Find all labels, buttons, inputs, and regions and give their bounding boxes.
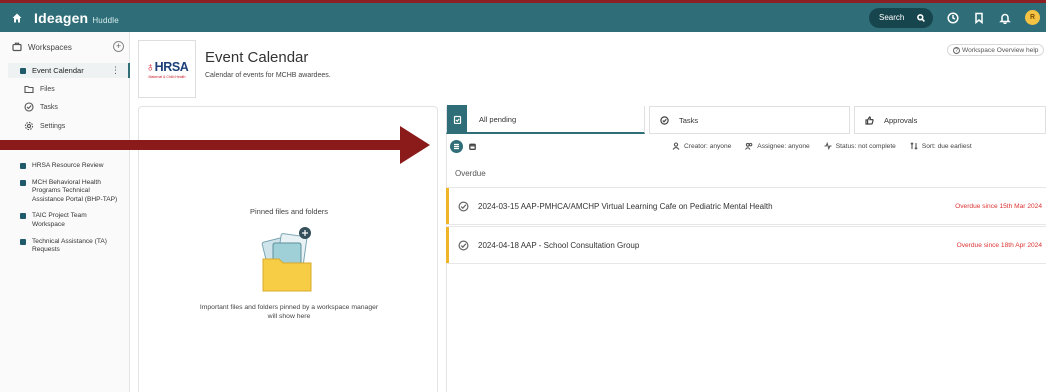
task-check-icon[interactable] <box>458 200 469 212</box>
sidebar-item-files[interactable]: Files <box>24 84 55 94</box>
home-icon[interactable] <box>12 13 22 23</box>
workspace-color-icon <box>20 67 26 74</box>
brand-name: Ideagen <box>34 9 89 26</box>
status-filter-label: Status: not complete <box>835 142 896 150</box>
task-filters: Creator: anyone Assignee: anyone Status:… <box>672 142 986 150</box>
clipboard-icon <box>453 115 461 124</box>
people-icon <box>745 142 753 150</box>
top-bar: Ideagen Huddle Search R <box>0 3 1046 32</box>
annotation-arrow-icon <box>0 126 430 164</box>
tab-all-pending[interactable]: All pending <box>446 105 645 134</box>
logo-mark-icon: ♁ <box>145 59 155 74</box>
page-description: Calendar of events for MCHB awardees. <box>205 72 331 79</box>
workspace-icon <box>12 42 22 52</box>
sidebar-item-ta-requests[interactable]: Technical Assistance (TA) Requests <box>20 238 120 255</box>
logo-text: ♁HRSA <box>145 59 189 74</box>
tab-label: Approvals <box>884 115 918 125</box>
person-icon <box>672 142 680 150</box>
activity-icon <box>824 142 832 150</box>
sort-filter-label: Sort: due earliest <box>921 142 972 150</box>
sort-filter[interactable]: Sort: due earliest <box>910 142 972 150</box>
calendar-icon <box>469 143 476 150</box>
task-tabs: All pending Tasks Approvals <box>446 105 1046 134</box>
task-check-icon[interactable] <box>458 239 469 251</box>
bell-icon[interactable] <box>999 12 1011 24</box>
page-title: Event Calendar <box>205 49 309 66</box>
creator-filter-label: Creator: anyone <box>684 142 732 150</box>
check-circle-icon <box>660 115 669 125</box>
workspace-list: HRSA Resource Review MCH Behavioral Heal… <box>20 162 120 263</box>
sidebar-item-bhp-tap[interactable]: MCH Behavioral Health Programs Technical… <box>20 179 120 205</box>
workspace-color-icon <box>20 213 26 220</box>
tab-label: Tasks <box>679 115 699 125</box>
sidebar-item-tasks[interactable]: Tasks <box>24 102 58 112</box>
tab-label: All pending <box>479 114 517 124</box>
pinned-title: Pinned files and folders <box>250 207 328 216</box>
more-options-icon[interactable]: ⋮ <box>111 65 120 76</box>
calendar-view-button[interactable] <box>466 140 479 153</box>
help-label: Workspace Overview help <box>962 46 1039 54</box>
logo-subtext: Maternal & Child Health <box>148 74 186 79</box>
task-row[interactable]: 2024-03-15 AAP-PMHCA/AMCHP Virtual Learn… <box>446 187 1046 225</box>
tab-approvals[interactable]: Approvals <box>854 106 1046 134</box>
search-icon <box>917 13 925 22</box>
add-workspace-button[interactable]: + <box>113 41 124 52</box>
folder-illustration-icon <box>261 227 312 292</box>
check-circle-icon <box>24 102 34 112</box>
brand-product: Huddle <box>92 15 119 25</box>
workspace-logo: ♁HRSA Maternal & Child Health <box>138 40 196 98</box>
workspace-help-button[interactable]: ? Workspace Overview help <box>947 44 1045 56</box>
task-title[interactable]: 2024-03-15 AAP-PMHCA/AMCHP Virtual Learn… <box>478 202 955 211</box>
list-icon <box>454 143 459 150</box>
sidebar-item-taic-project-team[interactable]: TAIC Project Team Workspace <box>20 212 120 229</box>
sidebar-item-label: Files <box>40 85 55 93</box>
task-due-status: Overdue since 15th Mar 2024 <box>955 202 1042 210</box>
task-title[interactable]: 2024-04-18 AAP - School Consultation Gro… <box>478 241 957 250</box>
workspace-color-icon <box>20 238 26 245</box>
workspace-label: TAIC Project Team Workspace <box>32 212 87 228</box>
sidebar-item-label: Tasks <box>40 103 58 111</box>
workspaces-header: Workspaces + <box>12 41 124 52</box>
sidebar: Workspaces + Event Calendar ⋮ Files Task… <box>0 32 130 392</box>
tab-tasks[interactable]: Tasks <box>649 106 850 134</box>
bookmark-icon[interactable] <box>973 12 985 24</box>
tab-icon-box <box>447 105 467 133</box>
view-toggle <box>450 140 482 153</box>
assignee-filter[interactable]: Assignee: anyone <box>745 142 810 150</box>
workspaces-label: Workspaces <box>28 42 72 52</box>
search-button[interactable]: Search <box>869 7 933 28</box>
pinned-description: Important files and folders pinned by a … <box>199 304 379 320</box>
task-row[interactable]: 2024-04-18 AAP - School Consultation Gro… <box>446 226 1046 264</box>
folder-icon <box>24 85 34 94</box>
search-label: Search <box>879 13 905 22</box>
sort-icon <box>910 142 918 150</box>
sidebar-item-event-calendar[interactable]: Event Calendar ⋮ <box>8 63 130 78</box>
clock-icon[interactable] <box>947 11 959 24</box>
help-icon: ? <box>953 46 960 54</box>
workspace-color-icon <box>20 179 26 186</box>
thumbs-up-icon <box>865 115 874 125</box>
status-filter[interactable]: Status: not complete <box>824 142 896 150</box>
overdue-section-label: Overdue <box>455 169 486 178</box>
workspace-label: Technical Assistance (TA) Requests <box>32 237 107 254</box>
avatar[interactable]: R <box>1025 10 1040 25</box>
brand-logo[interactable]: Ideagen Huddle <box>34 10 119 26</box>
list-view-button[interactable] <box>450 140 463 153</box>
active-workspace-label: Event Calendar <box>32 66 84 75</box>
creator-filter[interactable]: Creator: anyone <box>672 142 731 150</box>
workspace-label: MCH Behavioral Health Programs Technical… <box>32 178 118 203</box>
assignee-filter-label: Assignee: anyone <box>757 142 810 150</box>
task-due-status: Overdue since 18th Apr 2024 <box>956 241 1042 249</box>
